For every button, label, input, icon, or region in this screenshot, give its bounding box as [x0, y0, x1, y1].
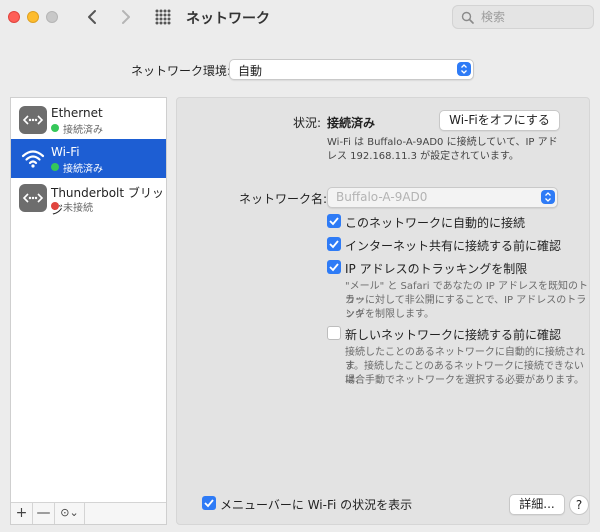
status-label: 状況: — [293, 116, 322, 130]
close-window-button[interactable] — [8, 11, 20, 23]
remove-service-button[interactable]: — — [33, 503, 55, 524]
search-input[interactable] — [481, 9, 589, 25]
network-name-popup[interactable]: Buffalo-A-9AD0 — [327, 187, 558, 208]
status-description-line-2: レス 192.168.11.3 が設定されています。 — [327, 151, 519, 162]
chevron-right-icon — [122, 10, 130, 24]
service-list-toolbar: + — ⊙⌄ — [11, 502, 166, 524]
status-dot — [51, 124, 59, 132]
add-service-button[interactable]: + — [11, 503, 33, 524]
service-action-button[interactable]: ⊙⌄ — [55, 503, 85, 524]
status-dot — [51, 163, 59, 171]
service-item-wifi[interactable]: Wi-Fi 接続済み — [11, 139, 166, 178]
title-bar: ネットワーク — [0, 0, 600, 38]
status-value: 接続済み — [327, 116, 376, 130]
ask-description-line-3: は、手動でネットワークを選択する必要があります。 — [345, 375, 584, 386]
wifi-detail-panel: 状況: 接続済み Wi-Fiをオフにする Wi-Fi は Buffalo-A-9… — [176, 97, 590, 525]
back-button[interactable] — [82, 6, 104, 28]
service-item-thunderbolt-bridge[interactable]: Thunderbolt ブリッジ 未接続 — [11, 178, 166, 217]
service-list: Ethernet 接続済み Wi-Fi 接続済み Thunderbolt ブリッ… — [10, 97, 167, 525]
forward-button[interactable] — [114, 6, 136, 28]
ask-to-join-checkbox[interactable] — [327, 326, 341, 340]
checkmark-icon — [329, 217, 339, 226]
search-icon — [461, 11, 474, 24]
toggle-wifi-button[interactable]: Wi-Fiをオフにする — [439, 110, 560, 131]
ethernet-icon — [19, 106, 47, 134]
service-name: Ethernet — [51, 106, 103, 120]
show-in-menubar-label: メニューバーに Wi-Fi の状況を表示 — [220, 498, 413, 512]
thunderbolt-bridge-icon — [19, 184, 47, 212]
wifi-icon — [19, 145, 47, 173]
ask-to-join-label: 新しいネットワークに接続する前に確認 — [345, 328, 562, 342]
location-popup[interactable]: 自動 — [229, 59, 474, 80]
grid-icon — [155, 9, 171, 25]
auto-join-label: このネットワークに自動的に接続 — [345, 216, 526, 230]
chevron-left-icon — [88, 10, 96, 24]
location-value: 自動 — [238, 64, 263, 78]
search-field[interactable] — [452, 5, 594, 29]
location-label: ネットワーク環境: — [131, 64, 232, 78]
advanced-button[interactable]: 詳細... — [509, 494, 565, 515]
window-title: ネットワーク — [186, 11, 270, 27]
status-description-line-1: Wi-Fi は Buffalo-A-9AD0 に接続していて、IP アド — [327, 137, 558, 148]
help-button[interactable]: ? — [569, 495, 589, 515]
service-status: 未接続 — [63, 203, 93, 214]
popup-arrows-icon — [457, 62, 471, 76]
status-dot — [51, 202, 59, 210]
network-name-value: Buffalo-A-9AD0 — [336, 190, 428, 204]
service-name: Wi-Fi — [51, 145, 80, 159]
zoom-window-button[interactable] — [46, 11, 58, 23]
checkmark-icon — [329, 240, 339, 249]
show-in-menubar-checkbox[interactable] — [202, 496, 216, 510]
auto-join-checkbox[interactable] — [327, 214, 341, 228]
service-status: 接続済み — [63, 125, 103, 136]
limit-ip-tracking-label: IP アドレスのトラッキングを制限 — [345, 262, 528, 276]
limit-ip-tracking-checkbox[interactable] — [327, 260, 341, 274]
ask-hotspot-checkbox[interactable] — [327, 237, 341, 251]
popup-arrows-icon — [541, 190, 555, 204]
tracking-description-line-3: ングを制限します。 — [345, 309, 434, 320]
network-name-label: ネットワーク名: — [239, 192, 328, 206]
checkmark-icon — [204, 499, 214, 508]
show-all-button[interactable] — [155, 9, 171, 25]
service-item-ethernet[interactable]: Ethernet 接続済み — [11, 100, 166, 139]
service-status: 接続済み — [63, 164, 103, 175]
minimize-window-button[interactable] — [27, 11, 39, 23]
ask-hotspot-label: インターネット共有に接続する前に確認 — [345, 239, 562, 253]
checkmark-icon — [329, 263, 339, 272]
